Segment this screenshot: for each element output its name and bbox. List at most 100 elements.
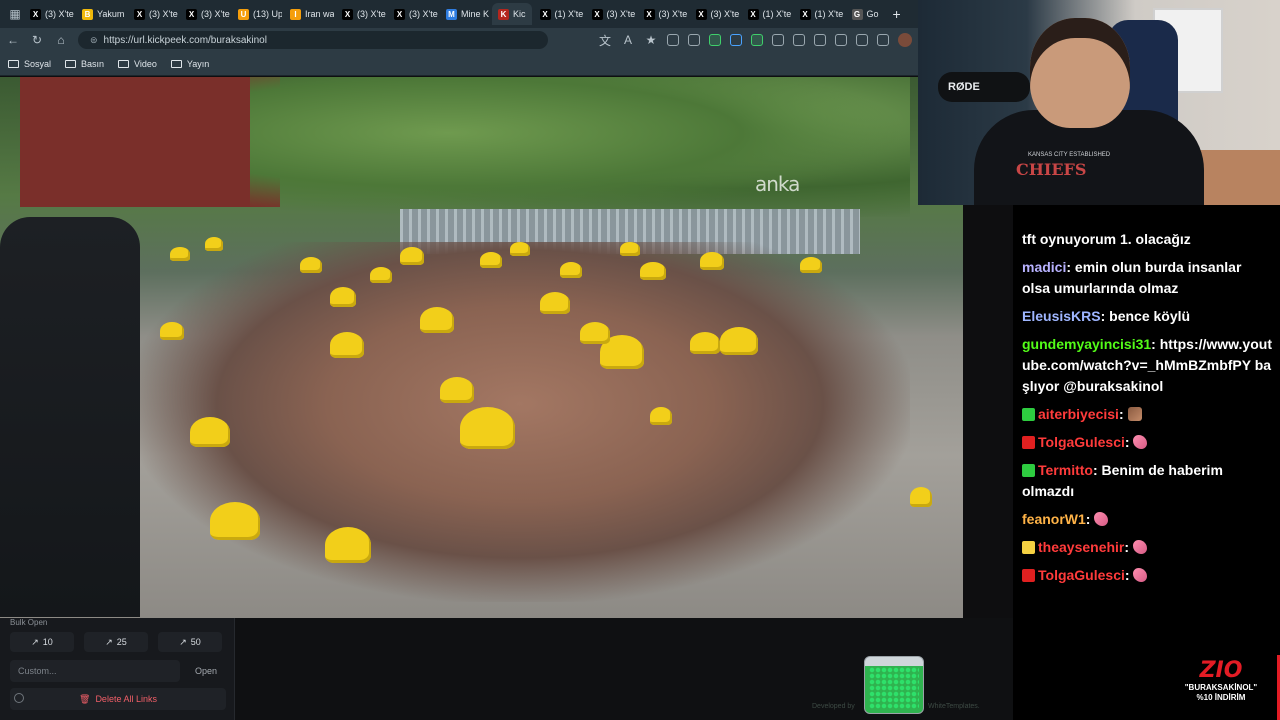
- browser-tab[interactable]: X (3) X'te: [638, 3, 688, 25]
- open-10-button[interactable]: ↗ 10: [10, 632, 74, 652]
- bookmark-folder-yayin[interactable]: Yayın: [170, 59, 209, 69]
- chat-separator: :: [1085, 511, 1095, 527]
- extension-icon[interactable]: [667, 34, 679, 46]
- brick-building: [20, 77, 280, 207]
- bookmark-star-icon[interactable]: ★: [644, 33, 658, 47]
- chat-message: madici: emin olun burda insanlar olsa um…: [1022, 257, 1272, 299]
- bookmark-folder-sosyal[interactable]: Sosyal: [8, 59, 51, 69]
- browser-tab[interactable]: X (3) X'te: [128, 3, 178, 25]
- extension-icon[interactable]: [814, 34, 826, 46]
- chat-message: Termitto: Benim de haberim olmazdı: [1022, 460, 1272, 502]
- tab-label: (3) X'te: [409, 9, 438, 19]
- home-icon[interactable]: ⌂: [54, 33, 68, 47]
- chat-username[interactable]: EleusisKRS: [1022, 308, 1101, 324]
- tab-favicon-icon: K: [498, 8, 509, 20]
- external-link-icon: ↗: [105, 636, 113, 647]
- chat-message: aiterbiyecisi:: [1022, 404, 1272, 425]
- chat-separator: :: [1151, 336, 1160, 352]
- browser-tab[interactable]: X (3) X'te: [690, 3, 740, 25]
- sponsor-code: "BURAKSAKİNOL": [1184, 683, 1258, 692]
- translate-icon[interactable]: 文: [598, 32, 612, 49]
- stream-screen: ▦ X (3) X'te B Yakum X (3) X'te X (3) X'te U (13) …: [0, 0, 1280, 720]
- chat-username[interactable]: gundemyayincisi31: [1022, 336, 1151, 352]
- browser-tab[interactable]: X (3) X'te: [336, 3, 386, 25]
- tab-label: (1) X'te: [554, 9, 584, 19]
- open-50-button[interactable]: ↗ 50: [158, 632, 222, 652]
- chat-message: TolgaGulesci:: [1022, 565, 1272, 586]
- tab-label: Kic: [513, 9, 526, 19]
- chat-username[interactable]: TolgaGulesci: [1038, 567, 1125, 583]
- browser-tab[interactable]: X (1) X'te: [742, 3, 792, 25]
- tab-label: (3) X'te: [658, 9, 688, 19]
- bookmark-folder-video[interactable]: Video: [118, 59, 157, 69]
- browser-tab[interactable]: X (3) X'te: [388, 3, 438, 25]
- video-watermark: anka: [755, 172, 800, 196]
- split-screen-icon[interactable]: [793, 34, 805, 46]
- extensions-puzzle-icon[interactable]: [772, 34, 784, 46]
- browser-tab[interactable]: B Yakum: [76, 3, 126, 25]
- custom-count-input[interactable]: Custom...: [10, 660, 180, 682]
- chat-username[interactable]: Termitto: [1038, 462, 1093, 478]
- read-aloud-icon[interactable]: A: [621, 33, 635, 47]
- chat-emote-icon: [1133, 435, 1148, 449]
- favorites-icon[interactable]: [835, 34, 847, 46]
- chat-username[interactable]: TolgaGulesci: [1038, 434, 1125, 450]
- open-25-button[interactable]: ↗ 25: [84, 632, 148, 652]
- browser-tab[interactable]: X (3) X'te: [180, 3, 230, 25]
- tab-favicon-icon: X: [30, 8, 41, 20]
- tab-favicon-icon: X: [799, 8, 811, 20]
- chat-username[interactable]: theaysenehir: [1038, 539, 1124, 555]
- tab-actions-icon[interactable]: ▦: [8, 7, 22, 21]
- url-field[interactable]: ⊜ https://url.kickpeek.com/buraksakinol: [78, 31, 548, 49]
- folder-icon: [170, 59, 182, 68]
- browser-tab[interactable]: I Iran wa: [284, 3, 334, 25]
- hard-hat: [620, 242, 640, 256]
- extension-icon[interactable]: [730, 34, 742, 46]
- collections-icon[interactable]: [877, 34, 889, 46]
- chat-username[interactable]: madici: [1022, 259, 1066, 275]
- tab-favicon-icon: X: [342, 8, 353, 20]
- news-video-frame[interactable]: anka: [0, 77, 963, 618]
- browser-tab[interactable]: U (13) Up: [232, 3, 282, 25]
- tab-label: (3) X'te: [201, 9, 230, 19]
- extension-icon[interactable]: [751, 34, 763, 46]
- hard-hat: [720, 327, 758, 355]
- chat-emote-icon: [1094, 512, 1109, 526]
- chat-username[interactable]: feanorW1: [1022, 511, 1086, 527]
- hard-hat: [650, 407, 672, 425]
- extension-icon[interactable]: [709, 34, 721, 46]
- hard-hat: [370, 267, 392, 283]
- browser-tab[interactable]: G Go: [846, 3, 885, 25]
- extension-icon[interactable]: [688, 34, 700, 46]
- profile-avatar[interactable]: [898, 33, 912, 47]
- external-link-icon: ↗: [31, 636, 39, 647]
- chat-panel: tft oynuyorum 1. olacağız madici: emin ol…: [1013, 205, 1280, 720]
- chat-separator: :: [1124, 434, 1134, 450]
- external-link-icon: ↗: [179, 636, 187, 647]
- address-bar-row: ← ↻ ⌂ ⊜ https://url.kickpeek.com/buraksa…: [0, 28, 918, 52]
- tab-favicon-icon: B: [82, 8, 93, 20]
- trash-icon: 🗑: [79, 693, 91, 704]
- browser-tab[interactable]: K Kic: [492, 3, 532, 25]
- delete-all-links-button[interactable]: 🗑 Delete All Links: [10, 688, 226, 710]
- back-icon[interactable]: ←: [6, 33, 20, 47]
- extension-icon[interactable]: [856, 34, 868, 46]
- open-custom-button[interactable]: Open: [186, 660, 226, 682]
- marble-jar-widget: [864, 656, 924, 714]
- hard-hat: [480, 252, 502, 268]
- browser-tab[interactable]: X (3) X'te: [24, 3, 74, 25]
- folder-icon: [65, 59, 77, 68]
- settings-gear-icon[interactable]: [14, 693, 24, 703]
- browser-tab[interactable]: X (1) X'te: [794, 3, 844, 25]
- reload-icon[interactable]: ↻: [30, 33, 44, 47]
- folder-icon: [118, 59, 130, 68]
- browser-tab[interactable]: X (3) X'te: [586, 3, 636, 25]
- tab-favicon-icon: X: [591, 8, 603, 20]
- site-info-icon[interactable]: ⊜: [90, 35, 98, 46]
- bookmark-folder-basin[interactable]: Basın: [65, 59, 104, 69]
- new-tab-icon[interactable]: +: [887, 6, 907, 22]
- tab-favicon-icon: G: [851, 8, 863, 20]
- chat-username[interactable]: aiterbiyecisi: [1038, 406, 1119, 422]
- browser-tab[interactable]: M Mine K: [440, 3, 490, 25]
- browser-tab[interactable]: X (1) X'te: [534, 3, 584, 25]
